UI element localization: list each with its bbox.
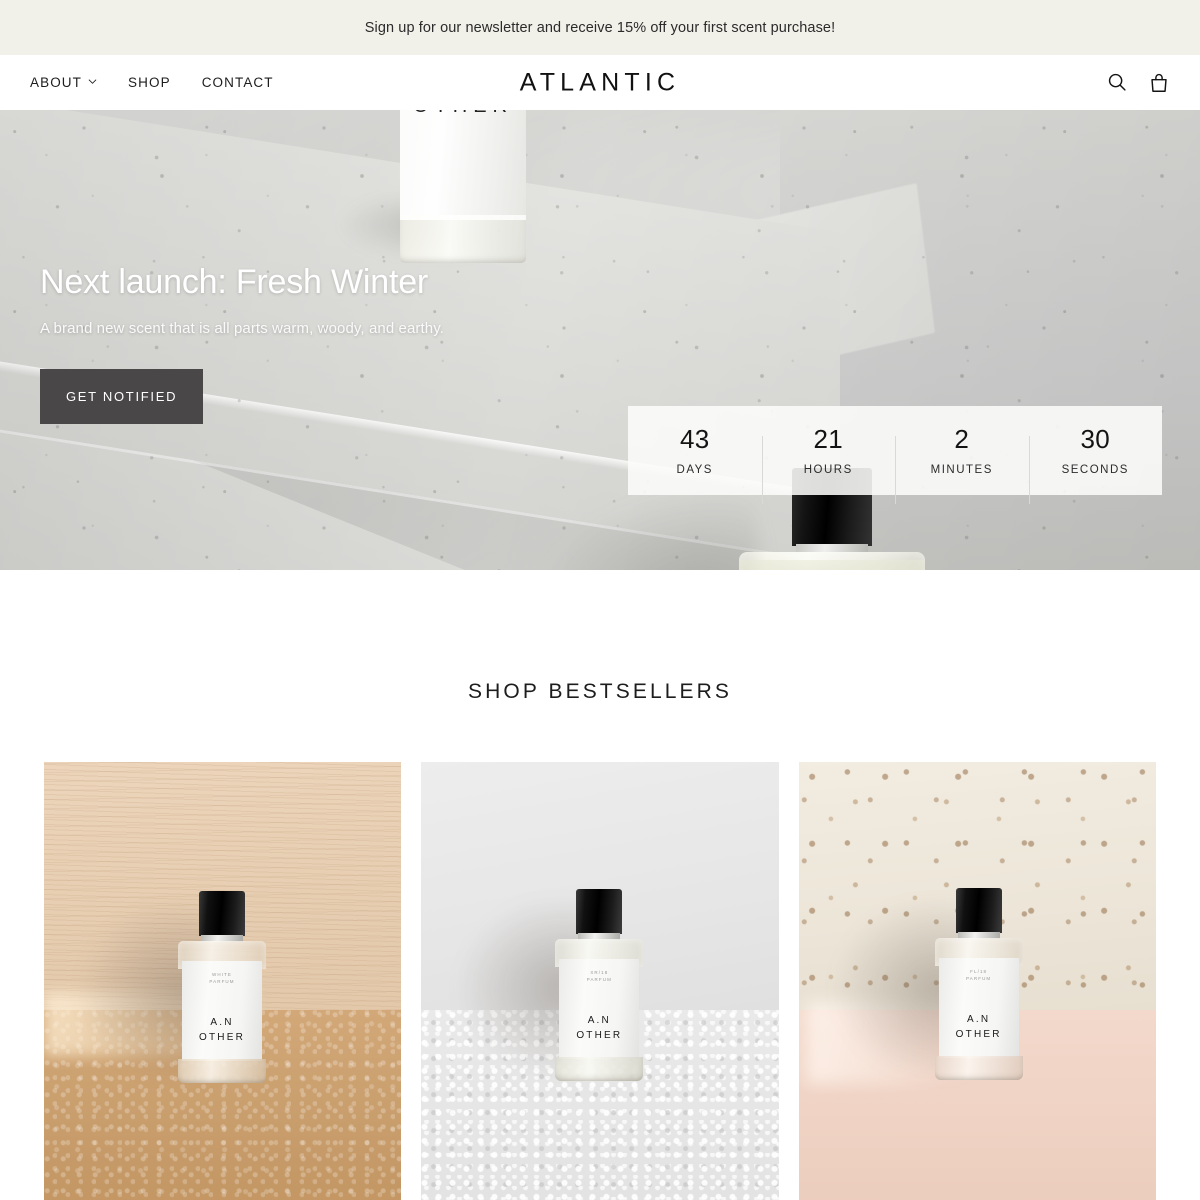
chevron-down-icon bbox=[88, 77, 97, 86]
nav-item-about-label: ABOUT bbox=[30, 75, 83, 90]
header-actions bbox=[1106, 71, 1170, 95]
countdown-seconds-value: 30 bbox=[1080, 423, 1111, 454]
product-1-brand-line1: A.N bbox=[210, 1017, 234, 1028]
product-3-variant-line2: PARFUM bbox=[966, 976, 992, 982]
bestsellers-title: SHOP BESTSELLERS bbox=[468, 680, 732, 703]
primary-navigation: ABOUT SHOP CONTACT bbox=[30, 75, 274, 90]
product-3-variant-text: FL/18 PARFUM bbox=[939, 968, 1019, 982]
product-1-variant-text: WHITE PARFUM bbox=[182, 971, 262, 985]
product-2-bottle-cap bbox=[576, 889, 623, 934]
countdown-unit-days: 43 DAYS bbox=[628, 426, 762, 476]
product-1-bottle-base bbox=[178, 1059, 266, 1083]
countdown-days-label: DAYS bbox=[676, 463, 713, 476]
product-2-variant-line1: XR/18 bbox=[590, 970, 609, 975]
product-card[interactable]: XR/18 PARFUM A.N OTHER bbox=[421, 762, 779, 1200]
hero-content: Next launch: Fresh Winter A brand new sc… bbox=[40, 262, 444, 424]
countdown-unit-minutes: 2 MINUTES bbox=[895, 423, 1029, 504]
product-3-brand-text: A.N OTHER bbox=[939, 1014, 1019, 1040]
nav-item-contact[interactable]: CONTACT bbox=[202, 75, 274, 90]
announcement-bar: Sign up for our newsletter and receive 1… bbox=[0, 0, 1200, 55]
countdown-minutes-value: 2 bbox=[954, 423, 970, 454]
product-3-brand-line1: A.N bbox=[967, 1014, 991, 1025]
get-notified-button[interactable]: GET NOTIFIED bbox=[40, 368, 204, 424]
hero-bottle-upper-body bbox=[400, 110, 526, 220]
product-1-brand-text: A.N OTHER bbox=[182, 1017, 262, 1043]
site-header: ABOUT SHOP CONTACT ATLANTIC bbox=[0, 55, 1200, 110]
search-icon[interactable] bbox=[1106, 71, 1128, 95]
nav-item-about[interactable]: ABOUT bbox=[30, 75, 97, 90]
countdown-timer: 43 DAYS 21 HOURS 2 MINUTES 30 SECONDS bbox=[628, 406, 1163, 504]
hero-bottle-upper-glass bbox=[400, 215, 526, 263]
product-3-bottle-cap bbox=[955, 888, 1002, 933]
product-3-brand-line2: OTHER bbox=[955, 1029, 1002, 1040]
hero-bottle-main-liquid bbox=[739, 560, 925, 570]
product-2-brand-line1: A.N bbox=[587, 1015, 611, 1026]
product-1-brand-line2: OTHER bbox=[199, 1032, 245, 1043]
product-1-bottle-cap bbox=[199, 891, 245, 936]
countdown-minutes-label: MINUTES bbox=[930, 463, 993, 476]
hero-bottle-upper-brand-line2: OTHER bbox=[378, 110, 548, 118]
product-card[interactable]: FL/18 PARFUM A.N OTHER bbox=[798, 762, 1156, 1200]
nav-item-shop[interactable]: SHOP bbox=[128, 75, 171, 90]
product-grid: WHITE PARFUM A.N OTHER XR/18 PARFUM A.N … bbox=[0, 762, 1200, 1200]
shopping-bag-icon[interactable] bbox=[1148, 71, 1170, 95]
hero-title: Next launch: Fresh Winter bbox=[40, 263, 429, 301]
announcement-text: Sign up for our newsletter and receive 1… bbox=[364, 19, 836, 36]
hero-bottle-upper: A.N OTHER bbox=[338, 110, 548, 280]
product-3-variant-line1: FL/18 bbox=[970, 969, 988, 974]
product-1-variant-line2: PARFUM bbox=[209, 979, 235, 985]
product-2-variant-text: XR/18 PARFUM bbox=[559, 969, 639, 983]
countdown-hours-label: HOURS bbox=[803, 463, 853, 476]
product-2-bottle-base bbox=[555, 1057, 644, 1081]
countdown-hours-value: 21 bbox=[813, 423, 844, 454]
product-2-variant-line2: PARFUM bbox=[586, 977, 612, 983]
countdown-days-value: 43 bbox=[679, 423, 710, 454]
site-logo[interactable]: ATLANTIC bbox=[520, 68, 681, 97]
product-card[interactable]: WHITE PARFUM A.N OTHER bbox=[44, 762, 402, 1200]
bestsellers-section: SHOP BESTSELLERS WHITE PARFUM A.N OTHER … bbox=[0, 570, 1200, 1200]
countdown-unit-hours: 21 HOURS bbox=[761, 423, 896, 504]
product-2-brand-text: A.N OTHER bbox=[559, 1015, 639, 1041]
hero-subtitle: A brand new scent that is all parts warm… bbox=[40, 319, 444, 337]
hero-bottle-upper-label: A.N OTHER bbox=[378, 110, 548, 118]
countdown-unit-seconds: 30 SECONDS bbox=[1028, 423, 1163, 504]
product-2-brand-line2: OTHER bbox=[576, 1030, 623, 1041]
hero-banner: A.N OTHER FL/18 PARFUM Next launch: Fres… bbox=[0, 110, 1200, 570]
product-1-variant-line1: WHITE bbox=[212, 972, 232, 977]
countdown-seconds-label: SECONDS bbox=[1061, 463, 1129, 476]
product-3-bottle-base bbox=[934, 1056, 1023, 1080]
